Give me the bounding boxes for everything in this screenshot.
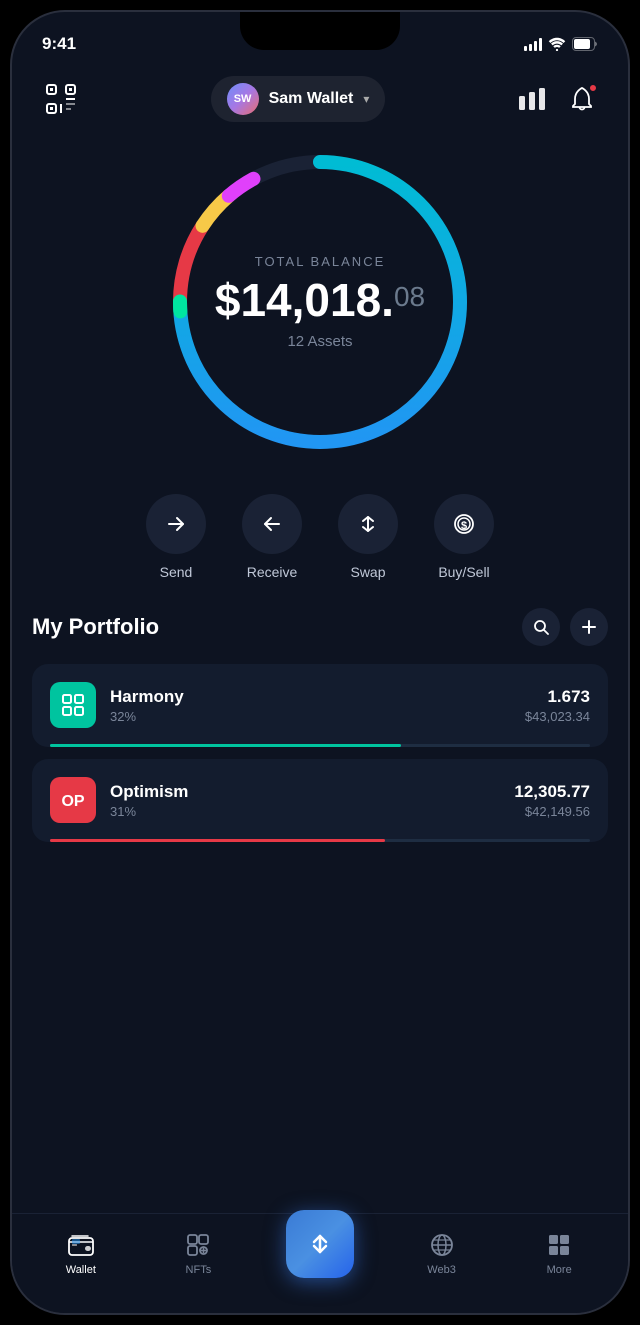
nfts-nav-label: NFTs [186,1264,212,1276]
harmony-amount: 1.673 [525,687,590,707]
nav-more[interactable]: More [529,1231,589,1276]
portfolio-section: My Portfolio [12,580,628,842]
wallet-selector[interactable]: SW Sam Wallet ▾ [211,76,386,122]
buysell-action: $ Buy/Sell [434,494,494,580]
notch [240,12,400,50]
nav-nfts[interactable]: NFTs [168,1231,228,1276]
harmony-card[interactable]: Harmony 32% 1.673 $43,023.34 [32,664,608,747]
web3-nav-icon [428,1231,456,1259]
center-nav-button[interactable] [286,1210,354,1278]
harmony-icon [50,682,96,728]
balance-label: TOTAL BALANCE [215,254,425,269]
optimism-bar-track [50,839,590,842]
balance-circle: TOTAL BALANCE $14,018. 08 12 Assets [160,142,480,462]
notification-badge [588,83,598,93]
send-button[interactable] [146,494,206,554]
nav-wallet[interactable]: Wallet [51,1231,111,1276]
search-button[interactable] [522,608,560,646]
status-time: 9:41 [42,34,76,54]
optimism-icon: OP [50,777,96,823]
add-asset-button[interactable] [570,608,608,646]
buysell-label: Buy/Sell [438,564,489,580]
optimism-usd: $42,149.56 [514,804,590,819]
web3-nav-label: Web3 [427,1264,456,1276]
optimism-row: OP Optimism 31% 12,305.77 $42,149.56 [50,777,590,839]
harmony-bar-track [50,744,590,747]
svg-text:OP: OP [61,793,84,810]
optimism-values: 12,305.77 $42,149.56 [514,782,590,819]
swap-label: Swap [350,564,385,580]
header: SW Sam Wallet ▾ [12,66,628,132]
send-action: Send [146,494,206,580]
scan-button[interactable] [40,78,82,120]
harmony-usd: $43,023.34 [525,709,590,724]
swap-action: Swap [338,494,398,580]
more-nav-label: More [547,1264,572,1276]
balance-amount: $14,018. 08 [215,277,425,323]
receive-label: Receive [247,564,298,580]
balance-main: $14,018. [215,277,394,323]
notifications-button[interactable] [564,81,600,117]
portfolio-actions [522,608,608,646]
portfolio-header: My Portfolio [32,608,608,646]
send-label: Send [160,564,193,580]
swap-button[interactable] [338,494,398,554]
wifi-icon [548,37,566,51]
signal-icon [524,37,542,51]
harmony-name: Harmony [110,687,511,707]
receive-button[interactable] [242,494,302,554]
harmony-bar [50,744,401,747]
balance-cents: 08 [394,277,425,311]
portfolio-title: My Portfolio [32,614,159,640]
optimism-name: Optimism [110,782,500,802]
battery-icon [572,37,598,51]
svg-text:$: $ [461,520,467,532]
balance-assets: 12 Assets [215,333,425,350]
harmony-values: 1.673 $43,023.34 [525,687,590,724]
wallet-nav-label: Wallet [66,1264,96,1276]
more-nav-icon [545,1231,573,1259]
optimism-pct: 31% [110,804,500,819]
action-buttons: Send Receive Swap [12,494,628,580]
buysell-button[interactable]: $ [434,494,494,554]
optimism-bar [50,839,385,842]
balance-section: TOTAL BALANCE $14,018. 08 12 Assets [12,142,628,462]
chevron-down-icon: ▾ [363,92,369,106]
receive-action: Receive [242,494,302,580]
status-icons [524,37,598,51]
chart-button[interactable] [514,81,550,117]
wallet-name: Sam Wallet [269,90,354,108]
header-actions [514,81,600,117]
optimism-card[interactable]: OP Optimism 31% 12,305.77 $42,149.56 [32,759,608,842]
optimism-amount: 12,305.77 [514,782,590,802]
optimism-info: Optimism 31% [110,782,500,819]
wallet-nav-icon [67,1231,95,1259]
balance-content: TOTAL BALANCE $14,018. 08 12 Assets [215,254,425,350]
avatar: SW [227,83,259,115]
harmony-pct: 32% [110,709,511,724]
harmony-row: Harmony 32% 1.673 $43,023.34 [50,682,590,744]
bottom-nav: Wallet NFTs [12,1213,628,1313]
nav-web3[interactable]: Web3 [412,1231,472,1276]
harmony-info: Harmony 32% [110,687,511,724]
phone-frame: 9:41 [10,10,630,1315]
nfts-nav-icon [184,1231,212,1259]
